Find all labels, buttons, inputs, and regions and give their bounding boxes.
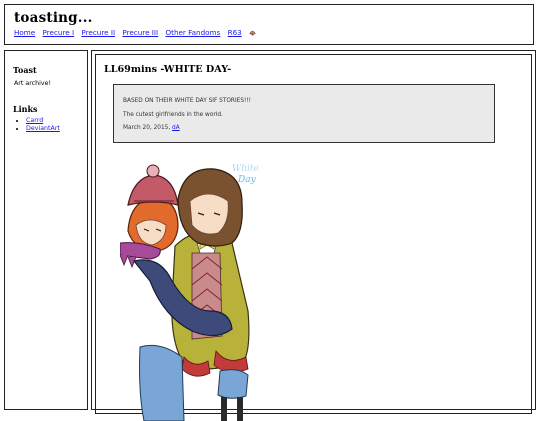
art-caption-white: White (232, 164, 259, 174)
sidebar-description: Art archive! (14, 80, 52, 87)
post-date: March 20, 2015, dA (123, 125, 180, 131)
post-title: LL69mins -WHITE DAY- (104, 64, 232, 75)
site-title: toasting... (14, 10, 93, 26)
art-caption-day: Day (237, 175, 257, 185)
nav-other-fandoms[interactable]: Other Fandoms (165, 28, 220, 37)
sidebar: Toast Art archive! Links Carrd DeviantAr… (4, 50, 88, 410)
sidebar-heading: Toast (13, 65, 37, 75)
fanart-image: White Day (120, 164, 259, 421)
site-header: toasting... Home Precure I Precure II Pr… (4, 4, 534, 45)
nav-precure-1[interactable]: Precure I (43, 28, 75, 37)
nav-home[interactable]: Home (14, 28, 35, 37)
nav-r63[interactable]: R63 (228, 28, 242, 37)
note-line: BASED ON THEIR WHITE DAY SIF STORIES!!! (123, 98, 251, 104)
nav-precure-3[interactable]: Precure III (122, 28, 158, 37)
list-item: DeviantArt (26, 125, 60, 133)
link-carrd[interactable]: Carrd (26, 117, 43, 124)
links-heading: Links (13, 104, 38, 114)
date-text: March 20, 2015, (123, 125, 171, 131)
nav-bar: Home Precure I Precure II Precure III Ot… (14, 28, 256, 37)
nav-precure-2[interactable]: Precure II (81, 28, 115, 37)
main-content: LL69mins -WHITE DAY- BASED ON THEIR WHIT… (91, 50, 536, 421)
links-list: Carrd DeviantArt (5, 117, 60, 133)
post-note: BASED ON THEIR WHITE DAY SIF STORIES!!! … (113, 84, 495, 143)
list-item: Carrd (26, 117, 60, 125)
link-deviantart[interactable]: DeviantArt (26, 125, 60, 132)
da-link[interactable]: dA (172, 125, 180, 131)
shell-icon[interactable] (249, 29, 256, 36)
note-line: The cutest girlfriends in the world. (123, 112, 223, 118)
post-frame: LL69mins -WHITE DAY- BASED ON THEIR WHIT… (95, 54, 532, 421)
